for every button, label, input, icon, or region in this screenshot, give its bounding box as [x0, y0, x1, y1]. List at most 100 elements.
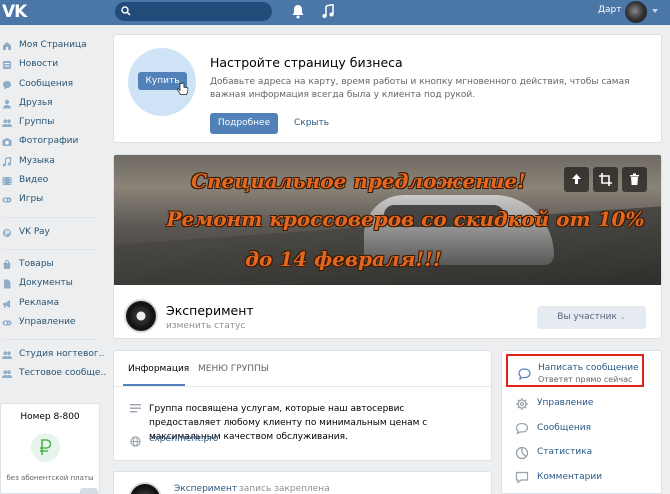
- vk-logo[interactable]: VK: [2, 2, 27, 22]
- sidebar-item-label: Тестовое сообще..: [19, 368, 107, 379]
- site-link[interactable]: experiment.pro: [149, 434, 218, 444]
- pinned-post: Эксперимент запись закреплена: [113, 471, 492, 494]
- chat-icon: [3, 80, 11, 90]
- panel-item-stats[interactable]: Статистика: [502, 443, 661, 463]
- post-author[interactable]: Эксперимент: [174, 484, 237, 494]
- panel-item-messages[interactable]: Сообщения: [502, 419, 661, 439]
- status-input[interactable]: изменить статус: [166, 321, 245, 331]
- sidebar-item-photos[interactable]: Фотографии: [0, 133, 106, 152]
- panel-item-management[interactable]: Управление: [502, 394, 661, 414]
- group-avatar[interactable]: [124, 299, 158, 333]
- globe-icon: [130, 436, 141, 447]
- member-button-label: Вы участник: [557, 312, 617, 322]
- group-icon: [2, 370, 12, 379]
- sidebar-item-games[interactable]: Игры: [0, 191, 106, 210]
- sidebar-item-news[interactable]: Новости: [0, 56, 106, 75]
- pay-icon: [3, 228, 11, 237]
- panel-item-label: Управление: [537, 398, 594, 408]
- cover-text-line-2: Ремонт кроссоверов со скидкой от 10%: [166, 207, 645, 231]
- sidebar-item-label: Фотографии: [19, 136, 79, 147]
- sidebar-item-label: Реклама: [19, 297, 59, 308]
- sidebar-item-label: Сообщения: [19, 78, 74, 89]
- info-card: Информация МЕНЮ ГРУППЫ Группа посвящена …: [113, 350, 492, 461]
- sidebar-item-friends[interactable]: Друзья: [0, 95, 106, 114]
- group-icon: [2, 351, 12, 360]
- chevron-down-icon: ⌄: [619, 313, 626, 321]
- tab-info[interactable]: Информация: [128, 364, 189, 374]
- sidebar-item-goods[interactable]: Товары: [0, 256, 106, 275]
- top-bar: VK Дарт: [0, 0, 670, 25]
- sidebar-item-label: Студия ногтевог..: [19, 349, 105, 360]
- delete-cover-button[interactable]: [622, 167, 647, 192]
- sidebar-item-video[interactable]: Видео: [0, 172, 106, 191]
- gamepad-icon: [2, 320, 12, 326]
- sidebar-item-ads[interactable]: Реклама: [0, 295, 106, 314]
- write-message-button[interactable]: Написать сообщение Ответят прямо сейчас: [506, 354, 644, 387]
- post-avatar[interactable]: [128, 482, 162, 494]
- menu-divider: [3, 248, 98, 250]
- ad-banner[interactable]: Номер 8-800 без абонентской платы: [0, 403, 100, 494]
- business-setup-card: Купить Настройте страницу бизнеса Добавь…: [113, 34, 662, 143]
- sidebar-item-label: VK Pay: [19, 226, 50, 237]
- menu-divider: [3, 216, 98, 218]
- ruble-badge: [31, 433, 60, 462]
- user-name[interactable]: Дарт: [598, 5, 622, 15]
- sidebar-item-label: Управление: [19, 316, 76, 327]
- bell-icon[interactable]: [291, 4, 305, 19]
- sidebar-item-community-2[interactable]: Тестовое сообще..: [0, 365, 106, 384]
- megaphone-icon: [3, 299, 10, 308]
- tab-group-menu[interactable]: МЕНЮ ГРУППЫ: [198, 364, 269, 374]
- avatar[interactable]: [625, 1, 647, 23]
- comment-icon: [515, 471, 529, 484]
- business-description: Добавьте адреса на карту, время работы и…: [210, 77, 630, 100]
- sidebar-item-label: Видео: [19, 175, 49, 186]
- search-icon: [121, 6, 131, 16]
- ad-subtitle: без абонентской платы: [6, 474, 94, 482]
- sidebar-item-management[interactable]: Управление: [0, 314, 106, 333]
- sidebar-item-vk-pay[interactable]: VK Pay: [0, 224, 106, 243]
- camera-icon: [2, 138, 12, 147]
- crop-cover-button[interactable]: [593, 167, 618, 192]
- stats-icon: [515, 446, 529, 460]
- sidebar-item-documents[interactable]: Документы: [0, 275, 106, 294]
- panel-item-comments[interactable]: Комментарии: [502, 468, 661, 488]
- news-icon: [3, 61, 11, 70]
- member-button[interactable]: Вы участник ⌄: [537, 306, 646, 329]
- sidebar-item-label: Моя Страница: [19, 40, 87, 50]
- music-icon: [2, 156, 12, 167]
- sidebar-item-messages[interactable]: Сообщения: [0, 76, 106, 95]
- document-icon: [4, 279, 11, 289]
- hand-cursor-icon: [177, 82, 189, 95]
- sidebar-item-music[interactable]: Музыка: [0, 153, 106, 172]
- sidebar-item-groups[interactable]: Группы: [0, 114, 106, 133]
- sidebar-item-my-page[interactable]: Моя Страница: [0, 37, 106, 56]
- ad-title: Номер 8-800: [20, 412, 80, 422]
- group-icon: [2, 119, 12, 128]
- group-cover: Специальное предложение! Ремонт кроссове…: [114, 155, 661, 285]
- ruble-icon: [40, 439, 52, 455]
- business-title: Настройте страницу бизнеса: [210, 55, 403, 70]
- panel-item-label: Сообщения: [537, 423, 592, 433]
- sidebar-item-label: Новости: [19, 59, 59, 70]
- sidebar-item-label: Группы: [19, 117, 55, 128]
- cover-text-line-1: Специальное предложение!: [191, 169, 526, 193]
- scroll-handle[interactable]: [80, 488, 98, 494]
- hide-link[interactable]: Скрыть: [294, 118, 329, 128]
- response-time-label: Ответят прямо сейчас: [538, 375, 633, 384]
- home-icon: [3, 42, 11, 50]
- sidebar-item-label: Товары: [19, 258, 54, 269]
- chevron-down-icon[interactable]: [652, 9, 658, 13]
- search-input[interactable]: [115, 2, 272, 21]
- write-message-label: Написать сообщение: [538, 363, 639, 373]
- music-icon[interactable]: [322, 4, 334, 19]
- sidebar-item-label: Друзья: [19, 97, 53, 108]
- description-icon: [130, 404, 141, 413]
- more-button[interactable]: Подробнее: [210, 113, 278, 134]
- upload-cover-button[interactable]: [564, 167, 589, 192]
- panel-item-label: Комментарии: [537, 472, 603, 482]
- trash-icon: [630, 173, 639, 185]
- user-icon: [3, 99, 11, 109]
- sidebar-item-community-1[interactable]: Студия ногтевог..: [0, 346, 106, 365]
- cover-text-line-3: до 14 февраля!!!: [245, 247, 442, 271]
- tab-divider: [114, 386, 491, 387]
